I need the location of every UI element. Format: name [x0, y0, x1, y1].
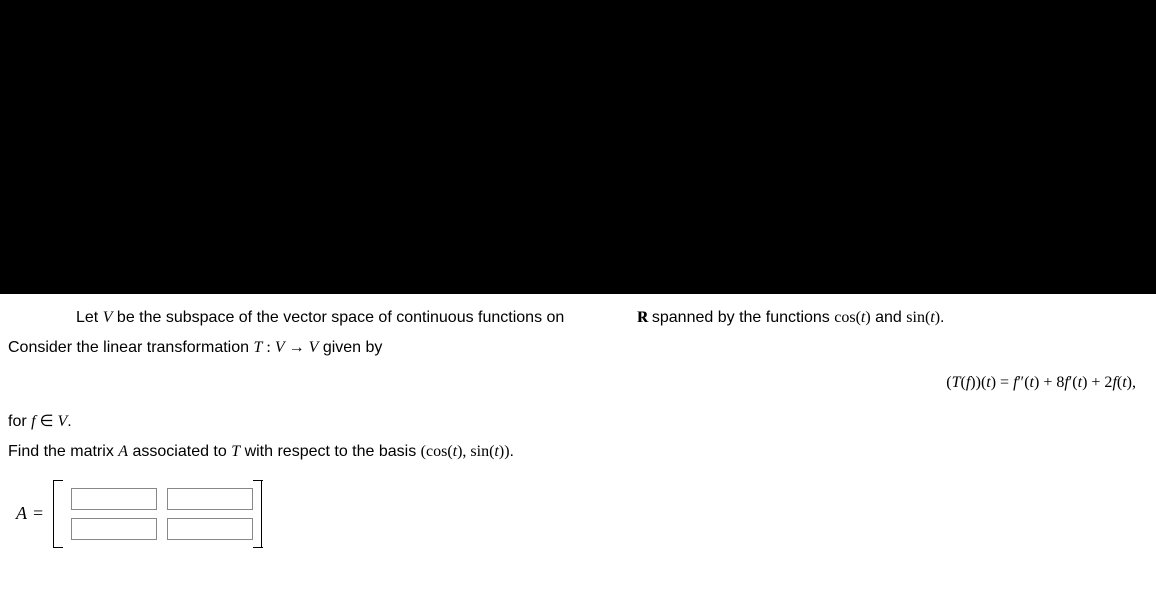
func-sin: sin(t) [906, 309, 940, 326]
text: for [8, 413, 31, 430]
matrix-cell-a21[interactable] [71, 518, 157, 540]
text: Let [76, 309, 103, 326]
text: associated to [128, 443, 231, 460]
matrix-grid [63, 484, 261, 544]
var-V: V [103, 309, 113, 326]
func-cos: cos(t) [834, 309, 870, 326]
text: be the subspace of the vector space of c… [112, 309, 568, 326]
redacted-top-region [0, 0, 1156, 294]
text: spanned by the functions [647, 309, 834, 326]
text: Consider the linear transformation [8, 339, 253, 356]
matrix-cell-a22[interactable] [167, 518, 253, 540]
text: Find the matrix [8, 443, 118, 460]
arrow: → [285, 339, 309, 356]
problem-content: Let V be the subspace of the vector spac… [0, 294, 1156, 548]
text: and [871, 309, 907, 326]
problem-line-3: for f ∈ V. [8, 410, 1148, 434]
problem-line-2: Consider the linear transformation T : V… [8, 336, 1148, 360]
text: . [67, 413, 71, 430]
var-V: V [58, 413, 68, 430]
matrix-cell-a12[interactable] [167, 488, 253, 510]
var-V: V [275, 339, 285, 356]
matrix-cell-a11[interactable] [71, 488, 157, 510]
text: . [940, 309, 944, 326]
equation-text: (T(f))(t) = f″(t) + 8f′(t) + 2f(t), [946, 374, 1136, 391]
var-A: A [16, 503, 27, 524]
text: . [510, 443, 514, 460]
var-T: T [231, 443, 240, 460]
problem-line-4: Find the matrix A associated to T with r… [8, 440, 1148, 464]
text: with respect to the basis [240, 443, 421, 460]
text: given by [318, 339, 382, 356]
equation-display: (T(f))(t) = f″(t) + 8f′(t) + 2f(t), [8, 370, 1148, 396]
equals-sign: = [33, 503, 43, 524]
answer-matrix-row: A = [16, 480, 1148, 548]
elem-of: ∈ [36, 413, 58, 430]
basis: (cos(t), sin(t)) [421, 443, 510, 460]
right-bracket [261, 480, 263, 548]
problem-line-1: Let V be the subspace of the vector spac… [8, 306, 1148, 330]
blackboard-R: R [569, 306, 648, 330]
colon: : [262, 339, 274, 356]
var-V: V [309, 339, 319, 356]
var-A: A [118, 443, 128, 460]
left-bracket [53, 480, 63, 548]
